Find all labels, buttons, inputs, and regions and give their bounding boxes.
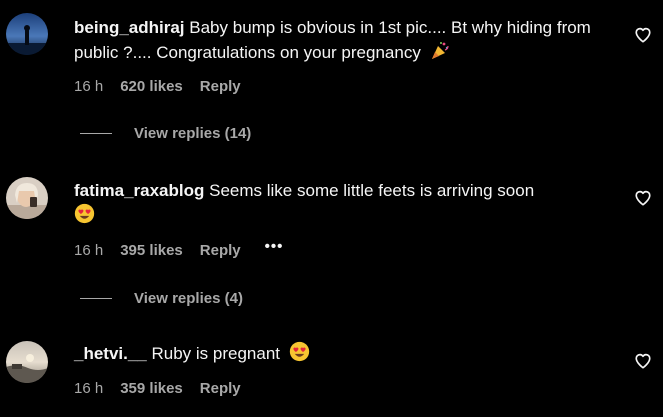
comment-likes[interactable]: 620 likes [120,78,183,95]
heart-outline-icon[interactable] [634,26,652,44]
comment-meta: 16 h 359 likes Reply [74,378,241,398]
view-replies-button[interactable]: View replies (14) [80,123,251,143]
avatar[interactable] [6,13,48,55]
heart-eyes-emoji-icon [289,341,310,369]
comment-body: _hetvi.__ Ruby is pregnant [74,341,619,369]
comment-likes[interactable]: 359 likes [120,380,183,397]
avatar-image [6,13,48,55]
comment-username[interactable]: _hetvi.__ [74,344,147,363]
comment-body: being_adhiraj Baby bump is obvious in 1s… [74,15,619,68]
party-popper-emoji-icon [430,41,450,68]
view-replies-button[interactable]: View replies (4) [80,288,243,308]
comment-meta: 16 h 395 likes Reply ••• [74,238,284,260]
comment-text: Seems like some little feets is arriving… [209,181,535,200]
more-options-icon[interactable]: ••• [265,238,284,255]
comment-username[interactable]: being_adhiraj [74,18,185,37]
view-replies-label: View replies (14) [134,124,252,142]
comment-text: Ruby is pregnant [151,344,281,363]
heart-outline-icon[interactable] [634,189,652,207]
comment-time: 16 h [74,241,104,259]
comment-time: 16 h [74,77,104,95]
avatar[interactable] [6,341,48,383]
reply-button[interactable]: Reply [200,380,241,397]
view-replies-label: View replies (4) [134,289,243,307]
comment-username[interactable]: fatima_raxablog [74,181,204,200]
comment-time: 16 h [74,379,104,397]
avatar[interactable] [6,177,48,219]
comment-body: fatima_raxablog Seems like some little f… [74,178,619,231]
reply-button[interactable]: Reply [200,78,241,95]
comment-meta: 16 h 620 likes Reply [74,76,241,96]
heart-outline-icon[interactable] [634,352,652,370]
comment-likes[interactable]: 395 likes [120,242,183,259]
heart-eyes-emoji-icon [74,203,95,231]
reply-button[interactable]: Reply [200,242,241,259]
avatar-image [6,341,48,383]
divider-line [80,297,112,299]
divider-line [80,132,112,134]
avatar-image [6,177,48,219]
